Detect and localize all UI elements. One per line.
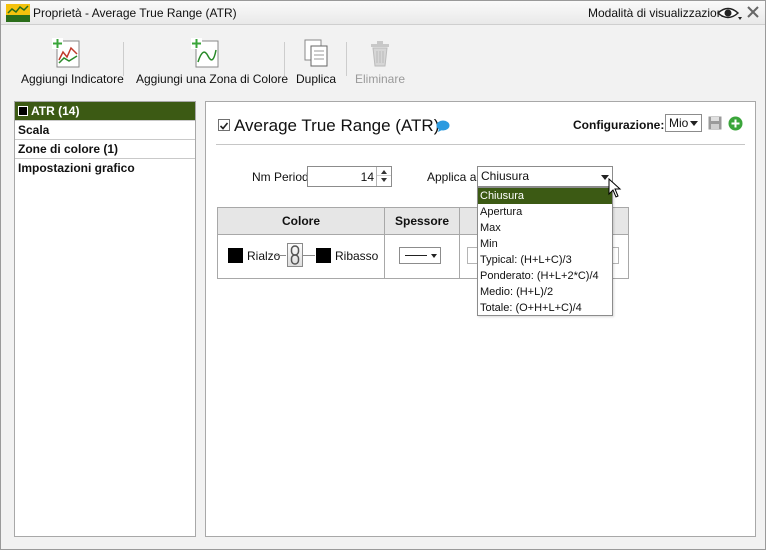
sidebar-item-label: ATR (14)	[31, 104, 80, 118]
sidebar-item-chart-settings[interactable]: Impostazioni grafico	[15, 159, 195, 178]
toolbar-separator	[284, 42, 285, 76]
dropdown-option[interactable]: Totale: (O+H+L+C)/4	[478, 300, 612, 316]
add-indicator-icon	[52, 38, 80, 68]
eye-icon[interactable]	[717, 4, 743, 22]
dropdown-option[interactable]: Apertura	[478, 204, 612, 220]
chevron-down-icon	[690, 121, 698, 126]
apply-to-dropdown-list: Chiusura Apertura Max Min Typical: (H+L+…	[477, 187, 613, 316]
dropdown-option[interactable]: Max	[478, 220, 612, 236]
save-icon[interactable]	[708, 116, 722, 130]
dropdown-option[interactable]: Ponderato: (H+L+2*C)/4	[478, 268, 612, 284]
add-color-zone-label: Aggiungi una Zona di Colore	[136, 72, 289, 86]
column-divider	[384, 208, 385, 278]
info-bubble-icon[interactable]	[436, 120, 450, 132]
panel-title: Average True Range (ATR)	[234, 116, 440, 135]
rise-label: Rialzo	[247, 249, 281, 263]
delete-button[interactable]: Eliminare	[355, 38, 405, 90]
stepper-buttons	[376, 167, 391, 186]
fall-color-swatch[interactable]	[316, 248, 331, 263]
sidebar: ATR (14) Scala Zone di colore (1) Impost…	[14, 101, 196, 537]
config-value: Mio	[669, 116, 689, 130]
mouse-cursor-icon	[608, 178, 622, 198]
line-thickness-select[interactable]	[399, 247, 441, 264]
demo-logo-icon	[6, 4, 30, 22]
duplicate-icon	[304, 39, 328, 67]
add-indicator-button[interactable]: Aggiungi Indicatore	[21, 38, 124, 90]
add-color-zone-button[interactable]: Aggiungi una Zona di Colore	[136, 38, 289, 90]
display-mode-label[interactable]: Modalità di visualizzazione	[588, 6, 730, 20]
dropdown-option[interactable]: Chiusura	[478, 188, 612, 204]
check-icon	[219, 122, 229, 130]
close-icon[interactable]	[746, 5, 760, 19]
toolbar-separator	[346, 42, 347, 76]
column-divider	[459, 208, 460, 278]
dropdown-option[interactable]: Medio: (H+L)/2	[478, 284, 612, 300]
properties-window: Proprietà - Average True Range (ATR) Mod…	[0, 0, 766, 550]
duplicate-label: Duplica	[295, 72, 337, 86]
sidebar-item-atr[interactable]: ATR (14)	[15, 102, 195, 121]
config-select[interactable]: Mio	[665, 114, 702, 132]
properties-panel: Average True Range (ATR) Configurazione:…	[205, 101, 756, 537]
hidden-select-edge	[613, 247, 619, 264]
delete-label: Eliminare	[355, 72, 406, 86]
sidebar-item-label: Scala	[18, 123, 50, 137]
dropdown-option[interactable]: Typical: (H+L+C)/3	[478, 252, 612, 268]
toolbar-separator	[123, 42, 124, 76]
add-icon[interactable]	[728, 116, 743, 131]
link-colors-button[interactable]	[287, 243, 303, 267]
sidebar-item-label: Zone di colore (1)	[18, 142, 119, 156]
add-color-zone-icon	[191, 38, 219, 68]
link-connector	[276, 255, 286, 256]
window-title: Proprietà - Average True Range (ATR)	[33, 6, 237, 20]
divider	[216, 144, 745, 145]
apply-to-value: Chiusura	[481, 169, 530, 183]
rise-color-swatch[interactable]	[228, 248, 243, 263]
config-label: Configurazione:	[573, 118, 665, 132]
dropdown-option[interactable]: Min	[478, 236, 612, 252]
link-connector	[303, 255, 315, 256]
apply-to-label: Applica a	[427, 170, 477, 184]
sidebar-item-color-zones[interactable]: Zone di colore (1)	[15, 140, 195, 159]
periods-label: Nm Periodi	[252, 170, 312, 184]
fall-label: Ribasso	[335, 249, 379, 263]
stepper-down-icon[interactable]	[377, 176, 391, 185]
color-swatch	[18, 106, 28, 116]
sidebar-item-label: Impostazioni grafico	[18, 161, 135, 175]
column-header-color: Colore	[218, 208, 384, 235]
toolbar: Aggiungi Indicatore Aggiungi una Zona di…	[1, 26, 765, 94]
apply-to-select[interactable]: Chiusura	[477, 166, 613, 187]
column-header-thickness: Spessore	[385, 208, 459, 235]
enable-checkbox[interactable]	[218, 119, 230, 131]
stepper-up-icon[interactable]	[377, 167, 391, 176]
title-bar: Proprietà - Average True Range (ATR) Mod…	[1, 1, 765, 25]
trash-icon	[371, 41, 389, 67]
hidden-select-edge	[467, 247, 477, 264]
line-sample	[405, 255, 427, 256]
chain-link-icon	[290, 245, 300, 265]
duplicate-button[interactable]: Duplica	[294, 38, 338, 90]
add-indicator-label: Aggiungi Indicatore	[21, 72, 124, 86]
chevron-down-icon	[431, 254, 437, 258]
periods-value: 14	[360, 170, 374, 184]
periods-stepper[interactable]: 14	[307, 166, 392, 187]
sidebar-item-scale[interactable]: Scala	[15, 121, 195, 140]
